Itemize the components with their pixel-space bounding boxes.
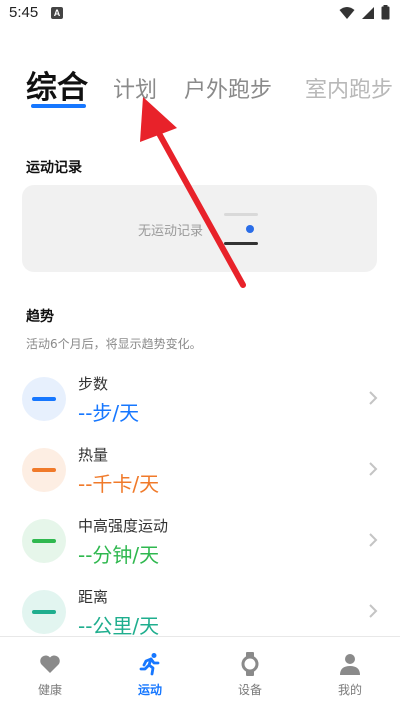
calories-icon <box>22 448 66 492</box>
nav-label-exercise: 运动 <box>137 683 162 697</box>
chevron-right-icon <box>369 604 378 618</box>
metric-label: 中高强度运动 <box>78 517 169 535</box>
chevron-right-icon <box>369 533 378 547</box>
wifi-icon <box>339 6 355 19</box>
metric-value: --分钟/天 <box>78 543 160 567</box>
person-icon <box>340 654 360 675</box>
chevron-right-icon <box>369 391 378 405</box>
records-title: 运动记录 <box>26 160 82 176</box>
active-tab-indicator <box>31 104 86 108</box>
heart-icon <box>40 655 60 673</box>
nav-label-health: 健康 <box>37 683 62 697</box>
empty-illustration-line <box>224 213 258 216</box>
tab-outdoor-running[interactable]: 户外跑步 <box>184 72 272 104</box>
category-tabs: 综合 计划 户外跑步 室内跑步 <box>0 60 400 110</box>
empty-illustration-dot <box>246 225 254 233</box>
tab-indoor-running[interactable]: 室内跑步 <box>305 72 393 104</box>
watch-icon <box>241 652 259 676</box>
distance-icon <box>22 590 66 634</box>
running-icon <box>139 653 160 676</box>
metric-row-steps[interactable]: 步数 --步/天 <box>0 373 400 433</box>
metric-value: --千卡/天 <box>78 472 160 496</box>
signal-icon <box>362 6 374 19</box>
nav-label-device: 设备 <box>237 683 262 697</box>
steps-icon <box>22 377 66 421</box>
nav-item-device[interactable]: 设备 <box>200 637 300 711</box>
bottom-nav: 健康 运动 设备 我的 <box>0 636 400 711</box>
metric-row-intensity[interactable]: 中高强度运动 --分钟/天 <box>0 515 400 575</box>
nav-label-mine: 我的 <box>337 683 362 697</box>
status-bar: 5:45 A <box>0 0 400 28</box>
no-records-text: 无运动记录 <box>138 224 204 239</box>
notification-icon: A <box>51 7 63 19</box>
tab-overview[interactable]: 综合 <box>26 62 88 107</box>
battery-icon <box>381 5 390 20</box>
metric-value: --公里/天 <box>78 614 160 638</box>
intensity-icon <box>22 519 66 563</box>
records-card[interactable]: 无运动记录 <box>22 185 377 272</box>
nav-item-mine[interactable]: 我的 <box>300 637 400 711</box>
trend-subtitle: 活动6个月后，将显示趋势变化。 <box>26 337 202 351</box>
metric-label: 距离 <box>78 588 109 606</box>
nav-item-health[interactable]: 健康 <box>0 637 100 711</box>
nav-item-exercise[interactable]: 运动 <box>100 637 200 711</box>
status-icons <box>339 5 390 20</box>
metric-label: 步数 <box>78 375 109 393</box>
trend-title: 趋势 <box>26 309 54 325</box>
metric-value: --步/天 <box>78 401 140 425</box>
tab-plan[interactable]: 计划 <box>113 72 157 104</box>
metric-row-calories[interactable]: 热量 --千卡/天 <box>0 444 400 504</box>
status-time: 5:45 <box>9 4 39 21</box>
empty-illustration-line <box>224 242 258 245</box>
chevron-right-icon <box>369 462 378 476</box>
metric-label: 热量 <box>78 446 109 464</box>
